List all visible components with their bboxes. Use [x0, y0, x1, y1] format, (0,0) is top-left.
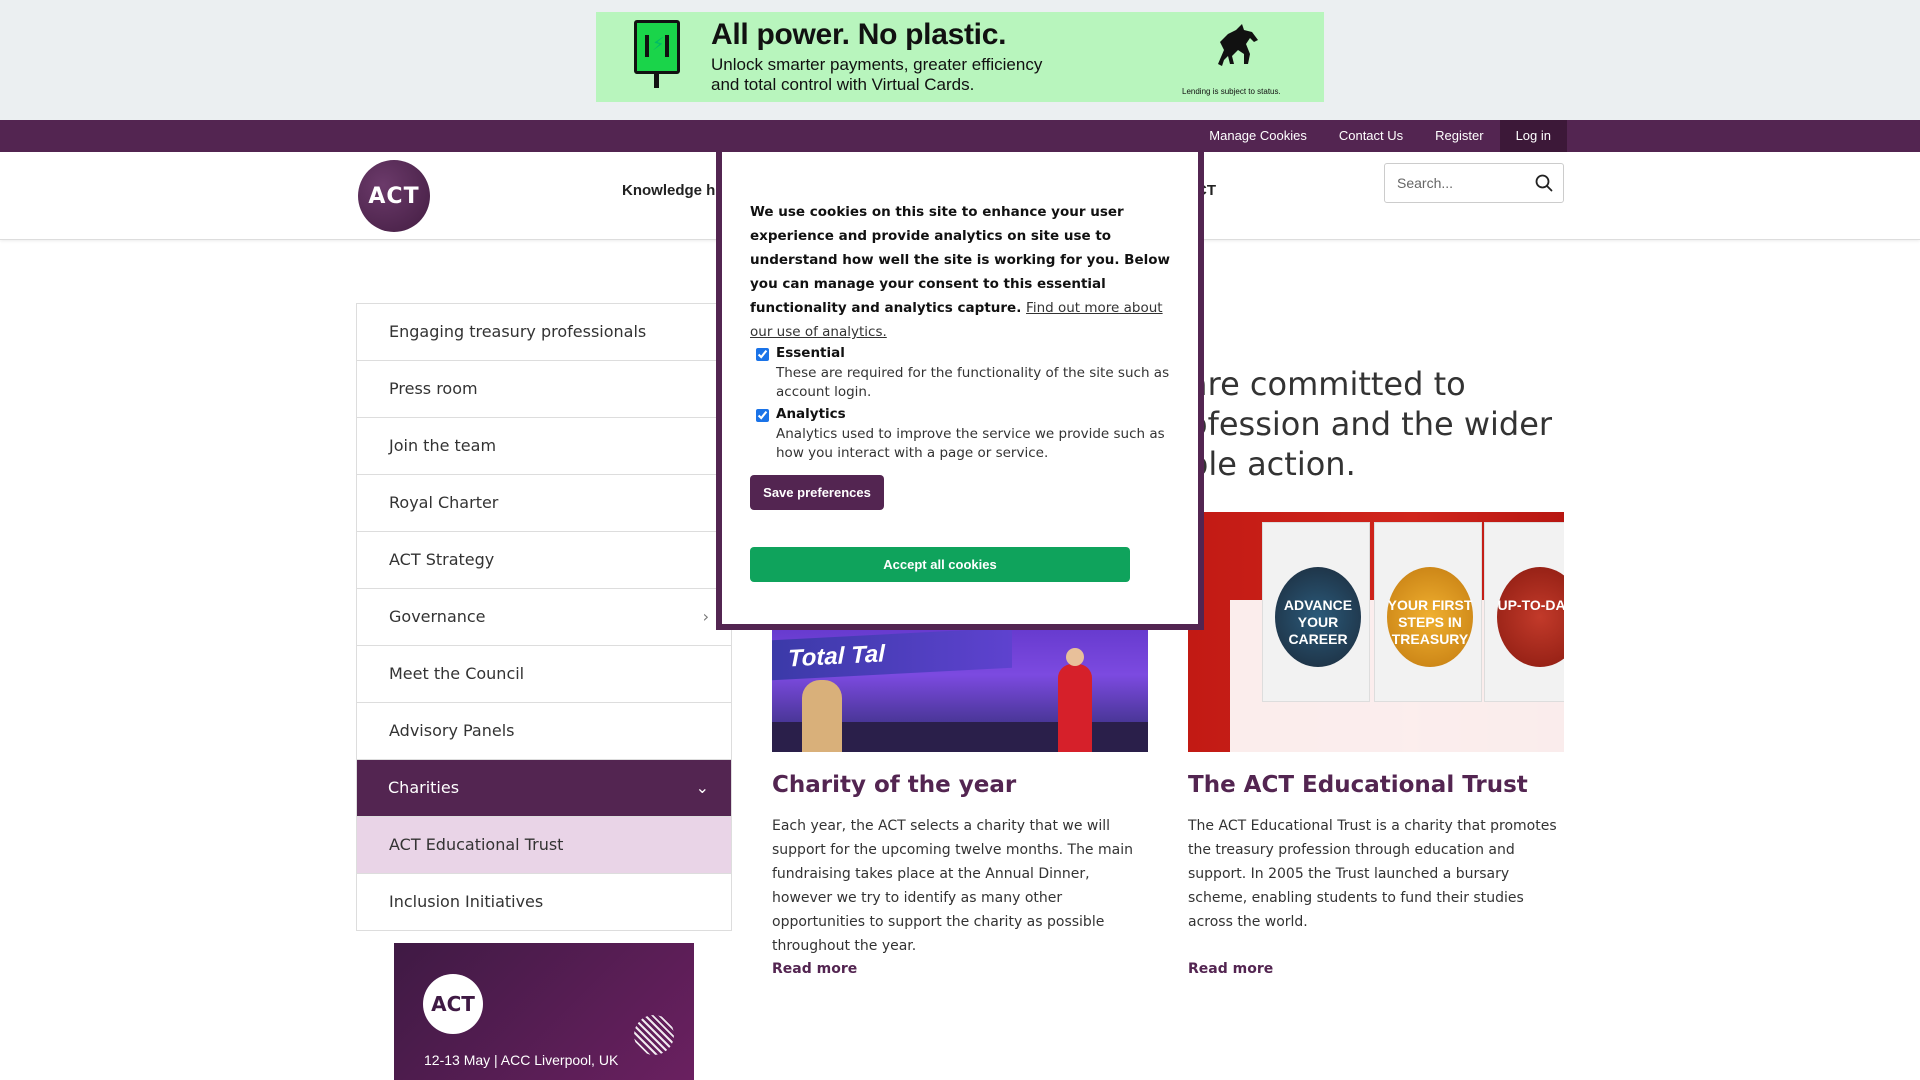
sidebar-item-press-room[interactable]: Press room [357, 361, 731, 418]
card-text-charity-of-the-year: Each year, the ACT selects a charity tha… [772, 818, 1133, 954]
read-more-link-charity[interactable]: Read more [772, 961, 857, 977]
black-horse-logo-icon [1218, 24, 1258, 66]
sidebar-item-royal-charter[interactable]: Royal Charter [357, 475, 731, 532]
search-box [1384, 163, 1564, 203]
chevron-right-icon: › [702, 607, 709, 626]
sidebar-item-inclusion-initiatives[interactable]: Inclusion Initiatives [357, 874, 731, 931]
promo-text: 12-13 May | ACC Liverpool, UK [424, 1052, 619, 1068]
analytics-checkbox[interactable] [756, 409, 769, 422]
swirl-icon [634, 1015, 674, 1055]
sidebar-item-act-strategy[interactable]: ACT Strategy [357, 532, 731, 589]
sidebar-item-act-educational-trust[interactable]: ACT Educational Trust [357, 817, 731, 874]
act-logo[interactable]: ACT [358, 160, 430, 232]
contact-us-link[interactable]: Contact Us [1323, 120, 1419, 152]
read-more-link-trust[interactable]: Read more [1188, 961, 1273, 977]
register-link[interactable]: Register [1419, 120, 1499, 152]
card-title-charity-of-the-year[interactable]: Charity of the year [772, 772, 1016, 798]
ad-subtitle: Unlock smarter payments, greater efficie… [711, 55, 1043, 94]
analytics-title: Analytics [776, 406, 846, 422]
sidebar-nav: Engaging treasury professionals Press ro… [356, 303, 732, 931]
sidebar-item-engaging-treasury-professionals[interactable]: Engaging treasury professionals [357, 304, 731, 361]
charity-of-the-year-image[interactable]: Total Tal [772, 612, 1148, 752]
event-promo-banner[interactable]: ACT 12-13 May | ACC Liverpool, UK [394, 943, 694, 1080]
manage-cookies-link[interactable]: Manage Cookies [1193, 120, 1323, 152]
intro-text: are committed to ofession and the wider … [1188, 365, 1553, 483]
sidebar-item-governance[interactable]: Governance › [357, 589, 731, 646]
utility-nav: Manage Cookies Contact Us Register Log i… [1193, 120, 1567, 152]
chevron-down-icon: ⌄ [695, 778, 709, 797]
sidebar-item-join-the-team[interactable]: Join the team [357, 418, 731, 475]
ad-banner[interactable]: ⚡ All power. No plastic. Unlock smarter … [596, 12, 1324, 102]
cookie-message: We use cookies on this site to enhance y… [750, 204, 1170, 340]
ad-fine-print: Lending is subject to status. [1182, 87, 1281, 96]
card-text-educational-trust: The ACT Educational Trust is a charity t… [1188, 818, 1557, 930]
sidebar-item-meet-the-council[interactable]: Meet the Council [357, 646, 731, 703]
essential-checkbox[interactable] [756, 348, 769, 361]
utility-bar: Manage Cookies Contact Us Register Log i… [0, 120, 1920, 152]
essential-title: Essential [776, 345, 845, 361]
essential-description: These are required for the functionality… [776, 365, 1170, 400]
search-icon[interactable] [1535, 174, 1553, 192]
sidebar-item-charities[interactable]: Charities ⌄ [357, 760, 731, 817]
accept-all-cookies-button[interactable]: Accept all cookies [750, 547, 1130, 582]
sidebar-item-advisory-panels[interactable]: Advisory Panels [357, 703, 731, 760]
search-input[interactable] [1397, 172, 1527, 194]
promo-act-logo: ACT [423, 974, 483, 1034]
nav-item-knowledge-hub[interactable]: Knowledge h [622, 182, 715, 199]
educational-trust-image[interactable]: ADVANCE YOUR CAREER YOUR FIRST STEPS IN … [1188, 512, 1564, 752]
ad-title: All power. No plastic. [711, 18, 1007, 51]
analytics-description: Analytics used to improve the service we… [776, 426, 1165, 461]
login-link[interactable]: Log in [1499, 120, 1567, 152]
card-reader-icon: ⚡ [634, 20, 680, 88]
save-preferences-button[interactable]: Save preferences [750, 475, 884, 510]
cookie-consent-modal: We use cookies on this site to enhance y… [716, 152, 1204, 630]
card-title-educational-trust[interactable]: The ACT Educational Trust [1188, 772, 1528, 798]
ad-strip: ⚡ All power. No plastic. Unlock smarter … [0, 0, 1920, 120]
